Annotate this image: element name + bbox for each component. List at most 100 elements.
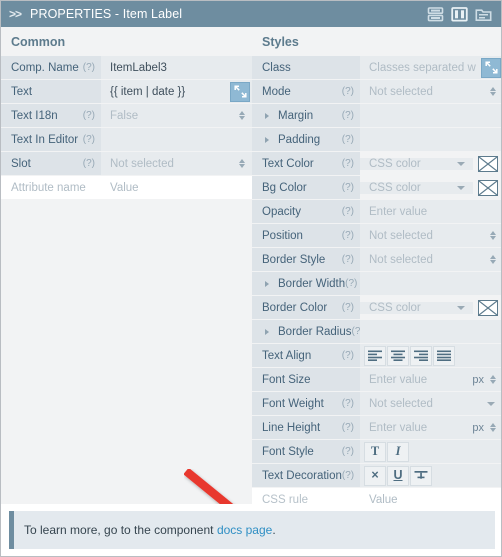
help-icon[interactable]: (?)	[342, 254, 360, 265]
label-text: Padding	[278, 133, 321, 146]
field-class[interactable]: Classes separated w	[360, 56, 501, 79]
help-icon[interactable]: (?)	[342, 86, 360, 97]
help-icon[interactable]: (?)	[83, 110, 101, 121]
panel-title: PROPERTIES - Item Label	[30, 7, 183, 21]
no-color-swatch-icon[interactable]	[478, 299, 498, 316]
chevron-down-icon[interactable]	[487, 401, 495, 406]
label-text-field: Text	[1, 80, 101, 103]
field-text[interactable]: {{ item | date }}	[101, 80, 252, 103]
field-placeholder: Classes separated w	[369, 61, 476, 74]
help-icon[interactable]: (?)	[342, 470, 360, 481]
row-border-radius[interactable]: Border Radius (?)	[252, 320, 501, 344]
underline-icon[interactable]: U	[387, 465, 409, 486]
row-text-in-editor: Text In Editor (?)	[1, 128, 252, 152]
spinner-icon[interactable]	[487, 423, 501, 432]
label-text: Font Style	[262, 445, 314, 458]
align-justify-icon[interactable]	[433, 345, 455, 366]
label-padding[interactable]: Padding (?)	[252, 128, 360, 151]
row-border-width[interactable]: Border Width (?)	[252, 272, 501, 296]
help-icon[interactable]: (?)	[83, 158, 101, 169]
field-line-height[interactable]: Enter value px	[360, 416, 501, 439]
help-icon[interactable]: (?)	[83, 62, 101, 73]
row-font-size: Font Size Enter value px	[252, 368, 501, 392]
help-icon[interactable]: (?)	[342, 110, 360, 121]
help-icon[interactable]: (?)	[342, 422, 360, 433]
spinner-icon[interactable]	[487, 231, 501, 240]
none-icon[interactable]: ×	[364, 465, 386, 486]
field-border-style[interactable]: Not selected	[360, 248, 501, 271]
field-text-color[interactable]: CSS color	[360, 157, 473, 170]
italic-icon[interactable]: I	[387, 441, 409, 462]
label-margin[interactable]: Margin (?)	[252, 104, 360, 127]
field-placeholder: Enter value	[369, 373, 428, 386]
help-icon[interactable]: (?)	[342, 302, 360, 313]
field-bg-color[interactable]: CSS color	[360, 181, 473, 194]
help-icon[interactable]: (?)	[342, 230, 360, 241]
unit-label: px	[472, 373, 484, 386]
help-icon[interactable]: (?)	[342, 182, 360, 193]
line-through-icon[interactable]	[410, 465, 432, 486]
spinner-icon[interactable]	[487, 375, 501, 384]
field-slot[interactable]: Not selected	[101, 152, 252, 175]
spinner-icon[interactable]	[236, 111, 252, 120]
spinner-icon[interactable]	[487, 255, 501, 264]
help-icon[interactable]: (?)	[83, 134, 101, 145]
label-border-width[interactable]: Border Width (?)	[252, 272, 360, 295]
chevron-right-icon[interactable]	[265, 112, 269, 119]
field-position[interactable]: Not selected	[360, 224, 501, 247]
folder-icon[interactable]	[475, 7, 492, 22]
chevron-right-icon[interactable]	[265, 280, 269, 287]
help-icon[interactable]: (?)	[342, 398, 360, 409]
bold-icon[interactable]: T	[364, 441, 386, 462]
spinner-icon[interactable]	[236, 159, 252, 168]
field-margin[interactable]	[360, 104, 501, 127]
label-border-style: Border Style (?)	[252, 248, 360, 271]
no-color-swatch-icon[interactable]	[478, 155, 498, 172]
field-border-radius[interactable]	[360, 320, 501, 343]
field-text-in-editor[interactable]	[101, 128, 252, 151]
field-placeholder: Not selected	[369, 253, 433, 266]
docs-page-link[interactable]: docs page	[217, 523, 272, 537]
field-font-weight[interactable]: Not selected	[360, 392, 501, 415]
chevron-down-icon[interactable]	[457, 185, 465, 190]
label-position: Position (?)	[252, 224, 360, 247]
chevron-down-icon[interactable]	[457, 161, 465, 166]
label-border-radius[interactable]: Border Radius (?)	[252, 320, 364, 343]
rows-layout-icon[interactable]	[427, 6, 444, 22]
field-placeholder: Not selected	[369, 397, 433, 410]
help-icon[interactable]: (?)	[342, 446, 360, 457]
align-right-icon[interactable]	[410, 345, 432, 366]
chevron-right-icon[interactable]	[265, 136, 269, 143]
label-text: Text Color	[262, 157, 314, 170]
field-padding[interactable]	[360, 128, 501, 151]
field-opacity[interactable]: Enter value	[360, 200, 501, 223]
help-icon[interactable]: (?)	[342, 134, 360, 145]
chevron-down-icon[interactable]	[457, 305, 465, 310]
expand-icon[interactable]	[481, 57, 501, 78]
attribute-value-input[interactable]: Value	[101, 176, 252, 199]
field-border-color[interactable]: CSS color	[360, 301, 473, 314]
help-icon[interactable]: (?)	[342, 158, 360, 169]
align-center-icon[interactable]	[387, 345, 409, 366]
row-padding[interactable]: Padding (?)	[252, 128, 501, 152]
columns-layout-icon[interactable]	[451, 6, 468, 22]
attribute-name-input[interactable]: Attribute name	[1, 176, 101, 199]
field-placeholder: Enter value	[369, 421, 428, 434]
help-icon[interactable]: (?)	[342, 350, 360, 361]
field-mode[interactable]: Not selected	[360, 80, 501, 103]
field-placeholder: Not selected	[369, 229, 433, 242]
field-border-width[interactable]	[360, 272, 501, 295]
collapse-chevron-icon[interactable]: >>	[9, 7, 22, 21]
help-icon[interactable]: (?)	[342, 206, 360, 217]
expand-icon[interactable]	[230, 81, 250, 102]
label-text: Position	[262, 229, 303, 242]
chevron-right-icon[interactable]	[265, 328, 269, 335]
no-color-swatch-icon[interactable]	[478, 179, 498, 196]
spinner-icon[interactable]	[487, 87, 501, 96]
row-margin[interactable]: Margin (?)	[252, 104, 501, 128]
field-comp-name[interactable]: ItemLabel3	[101, 56, 252, 79]
field-font-size[interactable]: Enter value px	[360, 368, 501, 391]
field-text-i18n[interactable]: False	[101, 104, 252, 127]
label-font-weight: Font Weight (?)	[252, 392, 360, 415]
align-left-icon[interactable]	[364, 345, 386, 366]
